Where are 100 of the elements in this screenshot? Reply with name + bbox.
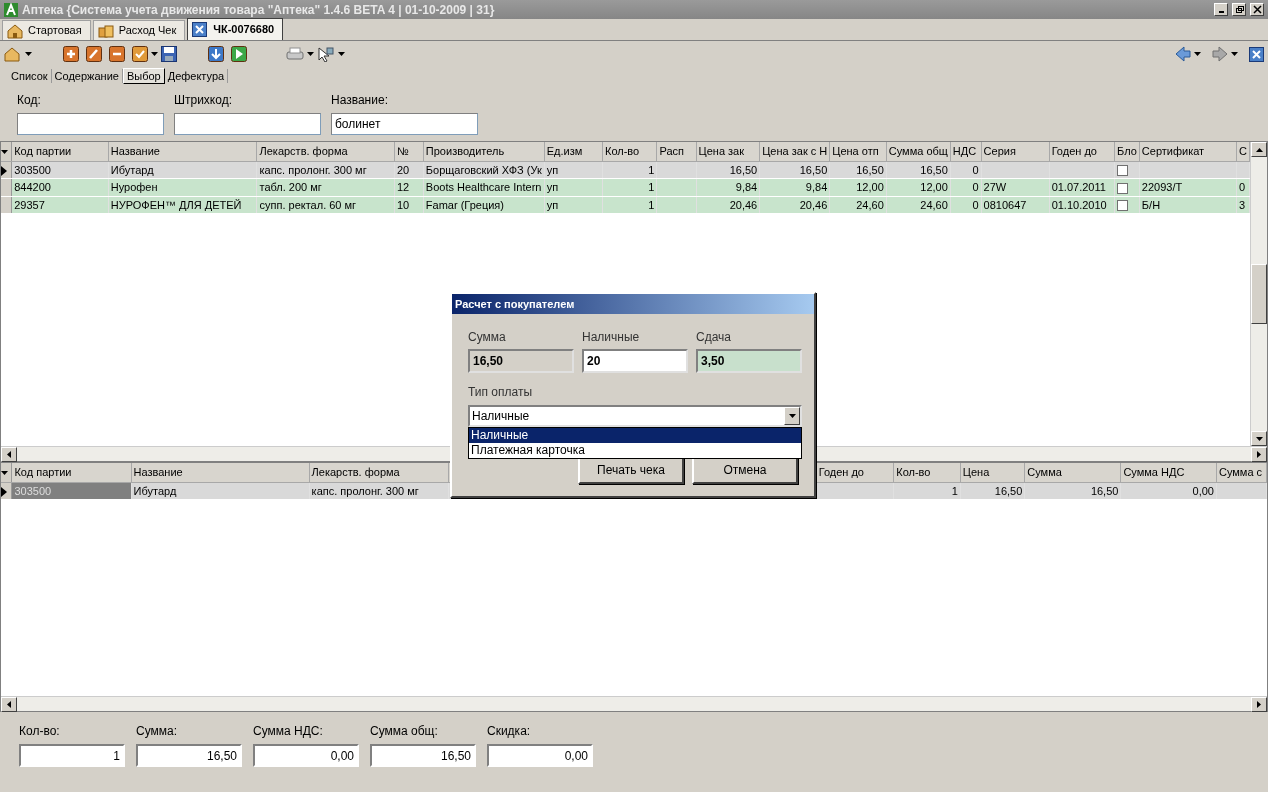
minimize-button[interactable] xyxy=(1214,3,1228,16)
table-cell: Famar (Греция) xyxy=(425,198,504,211)
download-icon[interactable] xyxy=(208,46,224,62)
play-icon[interactable] xyxy=(231,46,247,62)
table-cell: 303500 xyxy=(14,163,51,176)
edit-icon[interactable] xyxy=(86,46,102,62)
right-arrow-icon xyxy=(1257,701,1261,708)
field-label: Наличные xyxy=(582,329,641,346)
table-cell: 12,00 xyxy=(920,181,948,193)
tab[interactable]: Расход Чек xyxy=(92,20,186,40)
input-field[interactable]: 0,00 xyxy=(253,744,359,767)
input-field[interactable]: 16,50 xyxy=(136,744,242,767)
table-cell: 20 xyxy=(397,163,410,176)
app-logo-icon xyxy=(4,2,18,17)
table-cell: 24,60 xyxy=(920,198,948,211)
table-cell: Boots Healthcare Intern xyxy=(425,181,542,193)
table-cell: 20,46 xyxy=(729,198,758,211)
close-icon[interactable] xyxy=(1249,46,1264,62)
caret-icon[interactable] xyxy=(151,52,158,56)
column-header[interactable]: Название xyxy=(133,466,183,478)
table-cell: 20,46 xyxy=(799,198,828,211)
input-field[interactable]: болинет xyxy=(331,113,478,135)
table-cell: 1 xyxy=(951,484,958,497)
input-field[interactable]: 1 xyxy=(19,744,125,767)
sub-tab[interactable]: Выбор xyxy=(122,68,165,84)
scroll-right-button[interactable] xyxy=(1251,447,1267,462)
input-field[interactable]: 0,00 xyxy=(487,744,593,767)
table-cell: 16,50 xyxy=(994,484,1023,497)
input-field[interactable] xyxy=(17,113,164,135)
scroll-left-button[interactable] xyxy=(1,697,17,712)
checkbox[interactable] xyxy=(1117,165,1129,177)
table-cell: 16,50 xyxy=(920,163,948,176)
table-cell: 12 xyxy=(397,181,410,193)
field-label: Название: xyxy=(331,92,389,109)
input-field[interactable]: 3,50 xyxy=(696,349,802,373)
scroll-up-button[interactable] xyxy=(1251,142,1267,157)
save-icon[interactable] xyxy=(161,46,177,62)
window-title: Аптека {Система учета движения товара "Аптека" 1.4.6 BETA 4 | 01-10-2009 | 31} xyxy=(22,1,496,19)
tab[interactable]: Стартовая xyxy=(2,20,91,40)
field-label: Сумма xyxy=(468,329,507,346)
scroll-left-button[interactable] xyxy=(1,447,17,462)
field-label: Сдача xyxy=(696,329,732,346)
scroll-thumb[interactable] xyxy=(1251,264,1267,324)
table-cell: 0 xyxy=(972,198,979,211)
table-cell: уп xyxy=(546,163,559,176)
table-cell: 0810647 xyxy=(983,198,1027,211)
sort-caret-icon xyxy=(1,150,8,155)
checkbox[interactable] xyxy=(1117,200,1129,212)
table-cell: 16,50 xyxy=(799,163,828,176)
field-label: Сумма НДС: xyxy=(253,723,324,740)
left-arrow-icon xyxy=(7,701,11,708)
dropdown-option[interactable]: Платежная карточка xyxy=(469,443,801,458)
caret-icon[interactable] xyxy=(1194,52,1201,56)
add-icon[interactable] xyxy=(63,46,79,62)
table-cell: 29357 xyxy=(14,198,45,211)
restore-icon xyxy=(1234,5,1244,14)
scroll-right-button[interactable] xyxy=(1251,697,1267,712)
sort-caret-icon xyxy=(1,471,8,476)
check-icon[interactable] xyxy=(132,46,148,62)
table-cell: 0 xyxy=(1238,181,1246,193)
table-cell: 27W xyxy=(983,181,1007,193)
boxes-icon xyxy=(97,22,114,39)
field-label: Код: xyxy=(17,92,42,109)
table-cell: Ибутард xyxy=(133,484,177,497)
back-arrow-icon[interactable] xyxy=(1175,46,1191,62)
table-cell: 0 xyxy=(972,163,979,176)
cursor-icon[interactable] xyxy=(317,46,335,62)
table-cell: 22093/Т xyxy=(1141,181,1183,193)
input-field[interactable]: 20 xyxy=(582,349,688,373)
table-cell: 10 xyxy=(397,198,410,211)
restore-button[interactable] xyxy=(1232,3,1246,16)
field-label: Сумма общ: xyxy=(370,723,439,740)
caret-icon[interactable] xyxy=(307,52,314,56)
dropdown-caret-icon xyxy=(788,414,796,418)
caret-icon[interactable] xyxy=(25,52,32,56)
table-cell: супп. ректал. 60 мг xyxy=(259,198,357,211)
caret-icon[interactable] xyxy=(1231,52,1238,56)
input-field[interactable]: 16,50 xyxy=(370,744,476,767)
table-cell: Б/Н xyxy=(1141,198,1161,211)
close-button[interactable] xyxy=(1250,3,1264,16)
table-cell: 01.10.2010 xyxy=(1051,198,1107,211)
left-arrow-icon xyxy=(7,451,11,458)
checkbox[interactable] xyxy=(1117,182,1129,194)
sub-tab[interactable]: Содержание xyxy=(51,69,123,83)
field-label: Скидка: xyxy=(487,723,532,740)
caret-icon[interactable] xyxy=(338,52,345,56)
sub-tab[interactable]: Дефектура xyxy=(164,69,229,83)
tab[interactable]: ЧК-0076680 xyxy=(187,18,284,40)
scroll-down-button[interactable] xyxy=(1251,431,1267,446)
table-cell: НУРОФЕН™ ДЛЯ ДЕТЕЙ xyxy=(110,198,242,211)
input-field[interactable]: 16,50 xyxy=(468,349,574,373)
remove-icon[interactable] xyxy=(109,46,125,62)
dropdown-option[interactable]: Наличные xyxy=(469,428,801,443)
table-cell: 9,84 xyxy=(735,181,758,193)
input-field[interactable] xyxy=(174,113,321,135)
table-cell: 1 xyxy=(648,181,655,193)
sub-tab[interactable]: Список xyxy=(8,69,52,83)
table-cell: 0,00 xyxy=(1192,484,1214,497)
table-cell: уп xyxy=(546,198,559,211)
table-cell: 0 xyxy=(972,181,979,193)
